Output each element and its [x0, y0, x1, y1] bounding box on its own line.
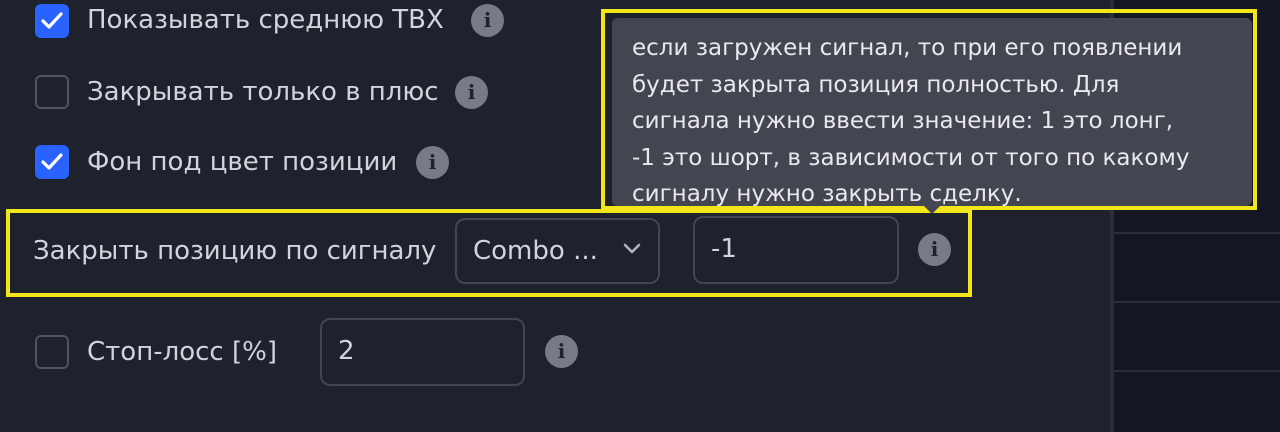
info-icon[interactable]: i: [455, 76, 488, 109]
signal-source-value: Combo ...: [473, 236, 598, 266]
info-icon[interactable]: i: [416, 146, 449, 179]
close-by-signal-label: Закрыть позицию по сигналу: [33, 236, 437, 266]
show-avg-tvx-label: Показывать среднюю ТВХ: [87, 5, 444, 35]
close-only-profit-label: Закрывать только в плюс: [87, 77, 439, 107]
tooltip: если загружен сигнал, то при его появлен…: [612, 18, 1252, 207]
bg-position-color-label: Фон под цвет позиции: [87, 147, 398, 177]
show-avg-tvx-checkbox[interactable]: [35, 4, 69, 38]
checkmark-icon: [41, 12, 63, 29]
bg-position-color-checkbox[interactable]: [35, 145, 69, 179]
chevron-down-icon: [623, 243, 641, 254]
stop-loss-value: 2: [338, 336, 355, 366]
tooltip-line: если загружен сигнал, то при его появлен…: [632, 35, 1183, 61]
tooltip-line: сигнала нужно ввести значение: 1 это лон…: [632, 108, 1174, 134]
signal-value-text: -1: [711, 234, 737, 264]
info-icon[interactable]: i: [545, 335, 578, 368]
settings-panel: Показывать среднюю ТВХ i Закрывать тольк…: [0, 0, 1280, 432]
signal-source-select[interactable]: Combo ...: [455, 218, 660, 284]
stop-loss-label: Стоп-лосс [%]: [87, 337, 277, 367]
stop-loss-checkbox[interactable]: [35, 335, 69, 369]
tooltip-arrow: [922, 204, 942, 214]
tooltip-line: -1 это шорт, в зависимости от того по ка…: [632, 144, 1190, 171]
signal-value-input[interactable]: -1: [693, 216, 899, 284]
tooltip-line: будет закрыта позиция полностью. Для: [632, 71, 1120, 98]
side-panel-gridline: [1114, 370, 1280, 372]
info-icon[interactable]: i: [471, 4, 504, 37]
side-panel-gridline: [1114, 301, 1280, 303]
stop-loss-input[interactable]: 2: [320, 318, 525, 386]
side-panel-gridline: [1114, 232, 1280, 234]
info-icon[interactable]: i: [918, 233, 951, 266]
close-only-profit-checkbox[interactable]: [35, 75, 69, 109]
checkmark-icon: [41, 153, 63, 170]
